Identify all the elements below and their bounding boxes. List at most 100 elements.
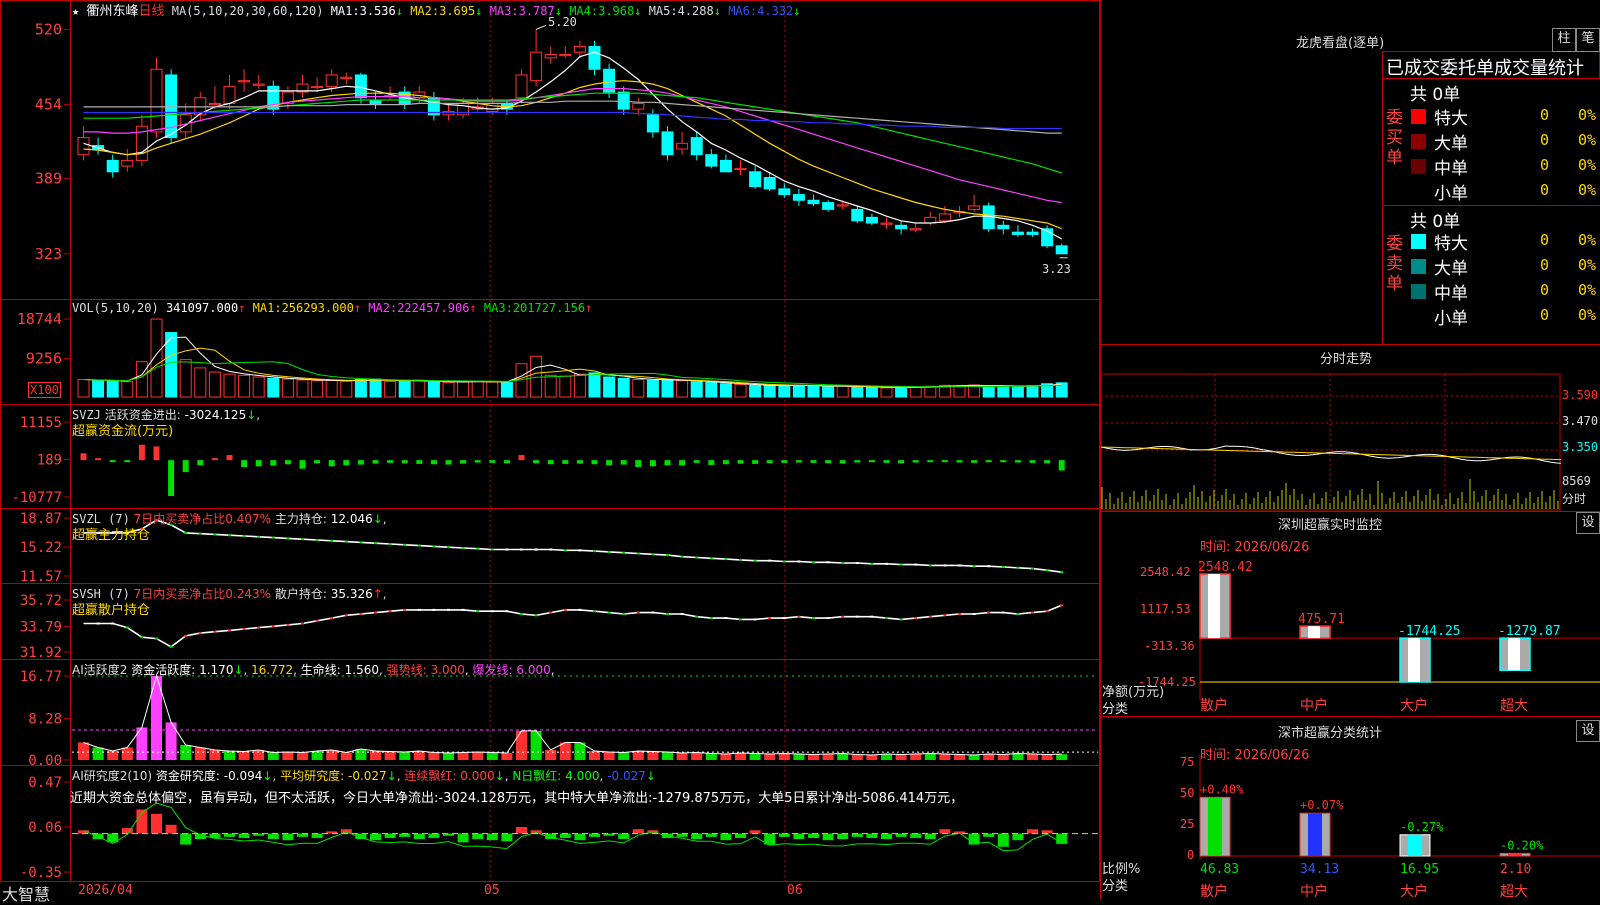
intraday-vol-tick: 8569 — [1562, 474, 1591, 488]
stats-title: 深市超赢分类统计 — [1278, 726, 1383, 741]
price-tick-label: 520 — [35, 20, 62, 38]
price-panel-plot[interactable] — [77, 24, 1068, 259]
stats-bar-fill — [1208, 797, 1222, 856]
volume-bar — [208, 371, 221, 398]
svzj-tick-label: -10777 — [11, 490, 62, 506]
research-bar — [691, 833, 703, 840]
stats-panel-plot[interactable]: +0.40% 46.83 散户 +0.07% 34.13 中户 -0.27% 16.95 大户 -… — [1199, 755, 1600, 900]
fund-flow-bar — [299, 460, 306, 469]
volume-bar — [661, 379, 674, 398]
svsh-tick-label: 31.92 — [20, 645, 62, 661]
volume-bar — [865, 386, 878, 398]
ma-line-ma1 — [83, 51, 1062, 240]
svsh-change-mark — [96, 622, 100, 625]
activity-bar — [559, 742, 571, 760]
svzl-change-mark — [417, 544, 421, 547]
bar-tab-button[interactable]: 柱 — [1552, 28, 1576, 52]
vol-unit-badge[interactable]: X100 — [28, 382, 61, 398]
svzl-hold-value: 12.046 — [330, 512, 373, 526]
svsh-change-mark — [344, 614, 348, 617]
ma-params: MA(5,10,20,30,60,120) — [171, 4, 324, 18]
svzl-panel-plot[interactable] — [83, 519, 1064, 574]
ai-research-comment: 近期大资金总体偏空，虽有异动，但不太活跃，今日大单净流出:-3024.128万元… — [70, 791, 964, 806]
svzj-panel-plot[interactable] — [80, 444, 1065, 497]
ai-active-panel-plot[interactable] — [72, 674, 1098, 760]
brand-label: 大智慧 — [2, 885, 51, 904]
stock-name[interactable]: 衢州东峰 — [86, 4, 138, 19]
price-tick-label: 323 — [35, 245, 62, 263]
svzl-change-mark — [330, 539, 334, 542]
activity-bar — [1041, 754, 1053, 760]
candle-body — [938, 213, 951, 222]
svsh-tick-label: 33.79 — [20, 619, 62, 635]
fund-flow-bar — [737, 460, 744, 464]
ma6-arrow: ↓ — [793, 4, 801, 18]
fund-flow-bar — [898, 460, 905, 464]
fund-flow-bar — [868, 460, 875, 463]
volume-bar — [778, 384, 791, 398]
stats-settings-button[interactable]: 设 — [1576, 720, 1600, 742]
ai-research-value: -0.094 — [223, 769, 263, 783]
volume-bar — [851, 386, 864, 398]
vol-ma1-value: 256293.000 — [281, 301, 354, 315]
period-label[interactable]: 日线 — [138, 4, 164, 19]
research-bar — [1012, 833, 1024, 841]
volume-bar — [442, 381, 455, 398]
svzl-change-mark — [739, 558, 742, 561]
research-bar — [180, 833, 192, 845]
order-color-swatch — [1411, 109, 1426, 124]
volume-bar — [676, 380, 689, 398]
fund-flow-bar — [810, 460, 817, 463]
monitor-settings-button[interactable]: 设 — [1576, 512, 1600, 534]
svsh-panel-plot[interactable] — [83, 604, 1064, 648]
candle-body — [778, 188, 791, 196]
svsh-change-mark — [388, 610, 392, 613]
volume-bar — [267, 377, 280, 398]
fund-flow-bar — [109, 460, 116, 463]
svsh-change-mark — [724, 617, 728, 620]
fund-flow-bar — [635, 460, 642, 467]
vol-ma2-value: 222457.906 — [397, 301, 470, 315]
candle-body — [106, 159, 119, 173]
vol-tick-label: 18744 — [17, 310, 62, 328]
research-bar — [384, 833, 396, 838]
research-bar — [837, 833, 849, 840]
candle-body — [895, 224, 908, 230]
fund-flow-bar — [679, 460, 686, 466]
svzl-change-mark — [447, 546, 450, 549]
order-type-label: 中单 — [1434, 159, 1468, 179]
svzl-change-mark — [549, 548, 553, 551]
monitor-panel-plot[interactable]: 2548.42 散户 475.71 中户 -1744.25 大户 -1279.87 超大 — [1198, 560, 1600, 714]
fund-flow-bar — [795, 460, 802, 463]
stroke-tab-button[interactable]: 笔 — [1576, 28, 1600, 52]
svsh-change-mark — [1001, 611, 1005, 614]
stats-change-label: +0.40% — [1200, 782, 1244, 796]
activity-bar — [282, 751, 294, 760]
fund-flow-bar — [518, 455, 525, 461]
volume-bar — [500, 381, 513, 398]
svsh-change-mark — [651, 611, 655, 614]
high-price-marker: 5.20 — [548, 15, 577, 29]
svsh-change-mark — [870, 615, 874, 618]
activity-bar — [1027, 753, 1038, 760]
order-count: 0 — [1540, 131, 1550, 149]
svsh-change-mark — [563, 608, 567, 611]
svzl-change-mark — [388, 542, 392, 545]
date-axis-label-jun: 06 — [787, 883, 803, 898]
volume-bar — [632, 379, 645, 398]
star-icon[interactable]: ★ — [72, 4, 79, 18]
volume-bar — [296, 379, 309, 398]
volume-panel-plot[interactable] — [77, 318, 1068, 398]
fund-flow-bar — [197, 460, 204, 466]
fund-flow-bar — [328, 460, 335, 467]
price-tick-label: 389 — [35, 170, 62, 188]
date-axis-label-may: 05 — [484, 883, 500, 898]
vol-header: VOL(5,10,20) 341097.000↑ MA1:256293.000↑… — [72, 301, 593, 315]
trading-chart-canvas[interactable]: 2548.42 散户 475.71 中户 -1744.25 大户 -1279.87 超大 +0… — [0, 0, 1600, 900]
volume-bar — [457, 381, 470, 398]
monitor-category-label: 分类 — [1102, 702, 1129, 717]
intraday-panel-plot[interactable] — [1100, 373, 1562, 511]
volume-bar — [354, 379, 367, 398]
ai-research-panel-plot[interactable] — [72, 802, 1098, 852]
svzl-change-mark — [870, 562, 874, 565]
